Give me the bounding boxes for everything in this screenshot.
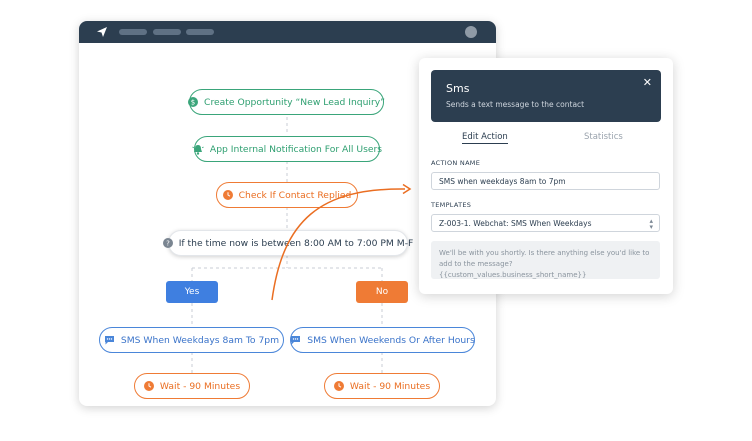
sms-action-panel: Sms Sends a text message to the contact … bbox=[419, 58, 673, 294]
panel-tabs: Edit Action Statistics bbox=[419, 132, 673, 148]
node-label: SMS When Weekends Or After Hours bbox=[307, 334, 475, 346]
sms-weekends-node[interactable]: SMS When Weekends Or After Hours bbox=[290, 327, 475, 353]
create-opportunity-node[interactable]: $ Create Opportunity “New Lead Inquiry” bbox=[188, 89, 385, 115]
sms-weekdays-node[interactable]: SMS When Weekdays 8am To 7pm bbox=[99, 327, 284, 353]
avatar[interactable] bbox=[465, 26, 477, 38]
node-label: SMS When Weekdays 8am To 7pm bbox=[120, 334, 280, 346]
dollar-icon: $ bbox=[188, 97, 199, 107]
nav-pill[interactable] bbox=[119, 29, 147, 35]
chat-icon bbox=[290, 335, 301, 345]
svg-text:$: $ bbox=[191, 99, 195, 107]
svg-text:?: ? bbox=[166, 240, 170, 248]
panel-title: Sms bbox=[446, 82, 470, 95]
tab-statistics[interactable]: Statistics bbox=[584, 132, 623, 142]
node-label: App Internal Notification For All Users bbox=[209, 143, 383, 155]
message-textarea[interactable]: We'll be with you shortly. Is there anyt… bbox=[431, 241, 660, 279]
wait-node-left[interactable]: Wait - 90 Minutes bbox=[134, 373, 250, 399]
condition-node[interactable]: ? If the time now is between 8:00 AM to … bbox=[162, 230, 413, 256]
check-reply-node[interactable]: Check If Contact Replied bbox=[216, 182, 358, 208]
app-titlebar bbox=[79, 21, 496, 43]
panel-header: Sms Sends a text message to the contact … bbox=[431, 70, 661, 122]
templates-label: TEMPLATES bbox=[431, 201, 472, 209]
chevron-updown-icon: ▴ ▾ bbox=[649, 217, 653, 231]
no-branch-tag[interactable]: No bbox=[356, 281, 408, 303]
node-label: Check If Contact Replied bbox=[238, 189, 352, 201]
nav-pill[interactable] bbox=[186, 29, 214, 35]
paper-plane-icon[interactable] bbox=[96, 26, 108, 38]
action-name-value: SMS when weekdays 8am to 7pm bbox=[439, 176, 566, 186]
clock-icon bbox=[143, 381, 154, 391]
node-label: Wait - 90 Minutes bbox=[159, 380, 241, 392]
close-icon[interactable]: ✕ bbox=[643, 76, 652, 89]
bell-icon bbox=[192, 144, 204, 155]
node-label: Create Opportunity “New Lead Inquiry” bbox=[204, 96, 385, 108]
clock-icon bbox=[222, 190, 233, 200]
wait-node-right[interactable]: Wait - 90 Minutes bbox=[324, 373, 440, 399]
action-name-input[interactable]: SMS when weekdays 8am to 7pm bbox=[431, 172, 660, 190]
clock-icon bbox=[333, 381, 344, 391]
action-name-label: ACTION NAME bbox=[431, 159, 481, 167]
yes-branch-tag[interactable]: Yes bbox=[166, 281, 218, 303]
node-label: If the time now is between 8:00 AM to 7:… bbox=[178, 237, 414, 249]
question-icon: ? bbox=[162, 238, 173, 248]
nav-pill[interactable] bbox=[153, 29, 181, 35]
node-label: Wait - 90 Minutes bbox=[349, 380, 431, 392]
template-select[interactable]: Z-003-1. Webchat: SMS When Weekdays ▴ ▾ bbox=[431, 214, 660, 232]
tab-edit-action[interactable]: Edit Action bbox=[462, 132, 508, 144]
template-value: Z-003-1. Webchat: SMS When Weekdays bbox=[439, 218, 592, 228]
app-notification-node[interactable]: App Internal Notification For All Users bbox=[192, 136, 383, 162]
chat-icon bbox=[104, 335, 115, 345]
panel-subtitle: Sends a text message to the contact bbox=[446, 100, 585, 109]
